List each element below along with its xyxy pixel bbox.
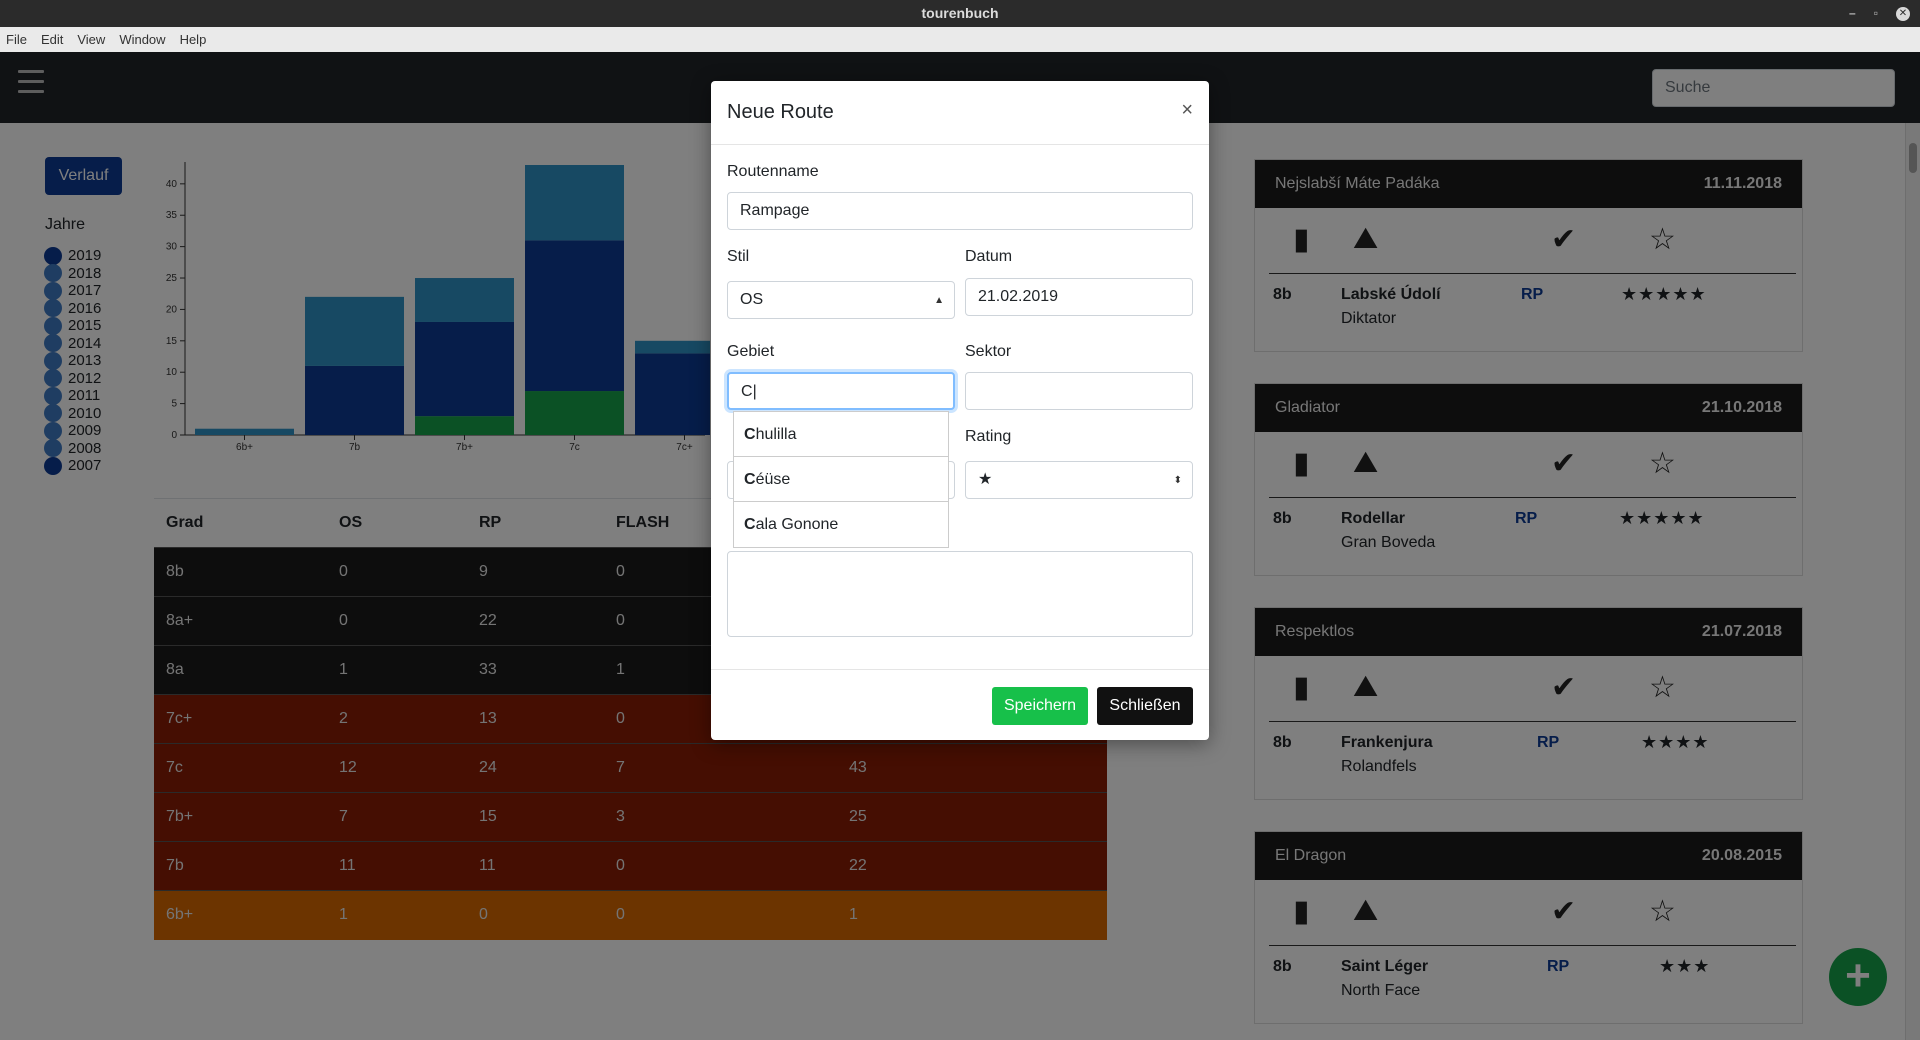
select-arrow-icon: ▲: [934, 295, 944, 306]
suggestion-match: C: [744, 471, 756, 488]
maximize-button[interactable]: ▫: [1874, 0, 1878, 27]
close-modal-button[interactable]: Schließen: [1097, 687, 1193, 725]
suggestion-match: C: [744, 426, 756, 443]
menu-window[interactable]: Window: [119, 32, 165, 47]
window-title: tourenbuch: [921, 5, 999, 21]
rating-label: Rating: [965, 428, 1012, 445]
stil-label: Stil: [727, 248, 750, 265]
rating-select[interactable]: ★ ⬍: [965, 461, 1193, 499]
stil-select[interactable]: OS ▲: [727, 281, 955, 319]
select-arrow-icon: ⬍: [1173, 475, 1182, 486]
stil-value: OS: [740, 291, 764, 308]
text-cursor: |: [752, 383, 757, 400]
suggestion-match: C: [744, 516, 756, 533]
sektor-input[interactable]: [965, 372, 1193, 410]
gebiet-label: Gebiet: [727, 343, 775, 360]
sektor-label: Sektor: [965, 343, 1012, 360]
suggestion-item[interactable]: Cala Gonone: [734, 502, 948, 547]
minimize-button[interactable]: –: [1849, 0, 1856, 27]
gebiet-input[interactable]: C|: [727, 372, 955, 410]
menu-help[interactable]: Help: [180, 32, 207, 47]
suggestion-rest: ala Gonone: [755, 516, 839, 533]
routenname-input[interactable]: Rampage: [727, 192, 1193, 230]
menu-edit[interactable]: Edit: [41, 32, 63, 47]
modal-title: Neue Route: [727, 101, 834, 123]
modal-header: Neue Route ×: [711, 81, 1209, 145]
menu-file[interactable]: File: [6, 32, 27, 47]
modal-close-icon[interactable]: ×: [1181, 99, 1193, 122]
datum-input[interactable]: 21.02.2019: [965, 278, 1193, 316]
suggestion-rest: hulilla: [755, 426, 797, 443]
comment-textarea[interactable]: [727, 551, 1193, 637]
suggestion-rest: éüse: [755, 471, 791, 488]
close-window-button[interactable]: ✕: [1896, 6, 1910, 21]
gebiet-suggestions: Chulilla Céüse Cala Gonone: [733, 411, 949, 548]
menu-bar: File Edit View Window Help: [0, 27, 1920, 52]
window-controls: – ▫ ✕: [1849, 0, 1910, 27]
suggestion-item[interactable]: Céüse: [734, 457, 948, 502]
save-button[interactable]: Speichern: [992, 687, 1088, 725]
suggestion-item[interactable]: Chulilla: [734, 412, 948, 457]
rating-value: ★: [978, 471, 993, 488]
modal-footer: Speichern Schließen: [711, 669, 1209, 740]
new-route-modal: Neue Route × Routenname Rampage Stil OS …: [711, 81, 1209, 740]
menu-view[interactable]: View: [77, 32, 105, 47]
routenname-label: Routenname: [727, 163, 819, 180]
window-titlebar: tourenbuch – ▫ ✕: [0, 0, 1920, 27]
gebiet-value: C: [741, 383, 753, 400]
datum-label: Datum: [965, 248, 1013, 265]
